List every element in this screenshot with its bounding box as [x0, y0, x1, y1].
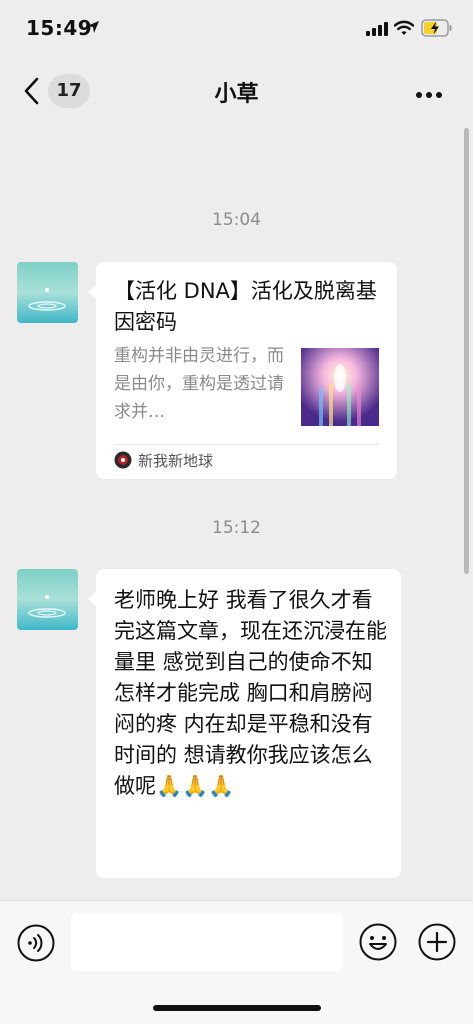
home-indicator[interactable]: [153, 1005, 321, 1011]
scrollbar[interactable]: [464, 128, 469, 574]
status-time: 15:49: [26, 16, 93, 40]
card-description: 重构并非由灵进行，而是由你，重构是透过请求并…: [114, 346, 284, 422]
message-input[interactable]: [71, 913, 343, 971]
timestamp: 15:04: [212, 210, 261, 230]
status-bar: 15:49: [0, 0, 473, 58]
more-icon[interactable]: [414, 86, 448, 98]
emoji-icon[interactable]: [359, 923, 397, 961]
source-logo-icon: [114, 451, 132, 469]
card-thumbnail: [301, 348, 379, 426]
text-message[interactable]: 老师晚上好 我看了很久才看完这篇文章，现在还沉浸在能量里 感觉到自己的使命不知怎…: [96, 569, 401, 878]
signal-icon: [366, 22, 388, 36]
card-title: 【活化 DNA】活化及脱离基因密码: [114, 279, 377, 334]
link-card[interactable]: 【活化 DNA】活化及脱离基因密码 重构并非由灵进行，而是由你，重构是透过请求并…: [96, 262, 397, 479]
battery-charging-icon: [421, 19, 452, 37]
avatar[interactable]: [17, 262, 78, 323]
wifi-icon: [394, 20, 414, 35]
location-arrow-icon: [87, 21, 99, 33]
back-chevron-icon[interactable]: [20, 74, 44, 108]
message-text: 老师晚上好 我看了很久才看完这篇文章，现在还沉浸在能量里 感觉到自己的使命不知怎…: [114, 588, 387, 798]
unread-count-badge[interactable]: 17: [48, 74, 90, 108]
nav-bar: 17 小草: [0, 58, 473, 124]
voice-icon[interactable]: [17, 924, 55, 962]
input-bar: [0, 900, 473, 1024]
plus-icon[interactable]: [418, 923, 456, 961]
card-source-name: 新我新地球: [138, 452, 214, 470]
card-divider: [114, 444, 379, 445]
avatar[interactable]: [17, 569, 78, 630]
timestamp: 15:12: [212, 518, 261, 538]
